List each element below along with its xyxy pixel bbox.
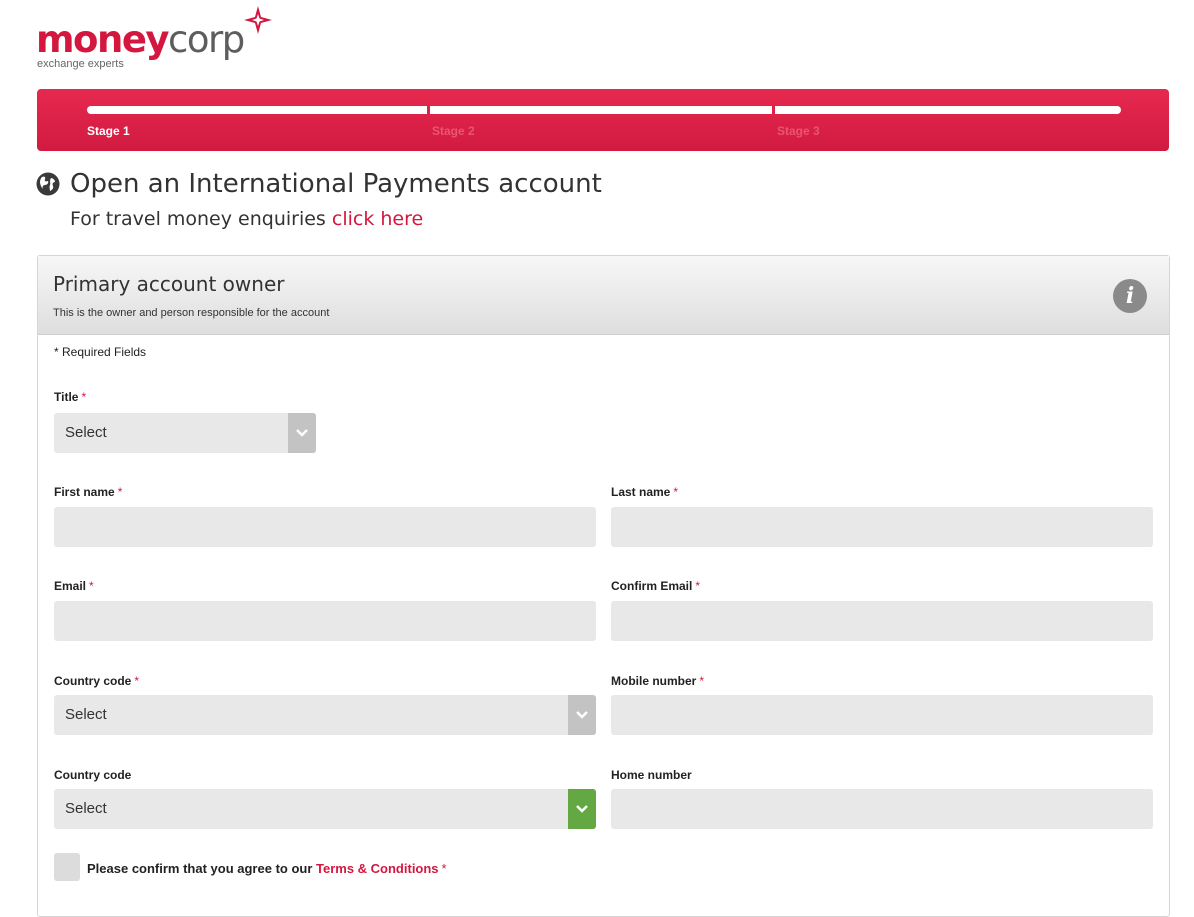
- home-number-label: Home number: [611, 768, 692, 782]
- terms-link[interactable]: Terms & Conditions: [316, 861, 439, 876]
- title-select-button[interactable]: [288, 413, 316, 453]
- home-country-code-button[interactable]: [568, 789, 596, 829]
- email-input[interactable]: [54, 601, 596, 641]
- panel-subtitle: This is the owner and person responsible…: [53, 307, 330, 319]
- terms-agreement: Please confirm that you agree to our Ter…: [87, 861, 447, 876]
- logo-tagline: exchange experts: [37, 58, 124, 70]
- terms-checkbox[interactable]: [54, 853, 80, 881]
- travel-money-text: For travel money enquiries: [70, 208, 332, 230]
- globe-icon: [36, 172, 60, 196]
- chevron-down-icon: [576, 711, 588, 719]
- title-label: Title *: [54, 390, 87, 404]
- moneycorp-logo[interactable]: moneycorp exchange experts: [36, 6, 276, 76]
- mobile-country-code-button[interactable]: [568, 695, 596, 735]
- mobile-number-label: Mobile number *: [611, 674, 705, 688]
- progress-divider: [427, 103, 430, 117]
- first-name-input[interactable]: [54, 507, 596, 547]
- page-title-text: Open an International Payments account: [70, 169, 602, 199]
- email-label: Email *: [54, 579, 94, 593]
- panel-title: Primary account owner: [53, 272, 285, 296]
- home-number-input[interactable]: [611, 789, 1153, 829]
- logo-wordmark: moneycorp: [36, 18, 245, 61]
- stage-3-label: Stage 3: [777, 124, 820, 138]
- stage-1-label: Stage 1: [87, 124, 130, 138]
- star-icon: [244, 6, 272, 34]
- primary-owner-panel: Primary account owner This is the owner …: [37, 255, 1170, 917]
- confirm-email-input[interactable]: [611, 601, 1153, 641]
- stage-2-label: Stage 2: [432, 124, 475, 138]
- first-name-label: First name *: [54, 485, 123, 499]
- home-country-code-select[interactable]: Select: [54, 789, 596, 829]
- page-title: Open an International Payments account: [36, 169, 602, 199]
- home-country-code-label: Country code: [54, 768, 132, 782]
- info-icon[interactable]: i: [1113, 279, 1147, 313]
- confirm-email-label: Confirm Email *: [611, 579, 701, 593]
- travel-money-line: For travel money enquiries click here: [70, 208, 423, 230]
- title-select[interactable]: Select: [54, 413, 316, 453]
- chevron-down-icon: [576, 805, 588, 813]
- mobile-number-input[interactable]: [611, 695, 1153, 735]
- mobile-country-code-select[interactable]: Select: [54, 695, 596, 735]
- travel-money-link[interactable]: click here: [332, 208, 423, 230]
- stage-progress-bar: Stage 1 Stage 2 Stage 3: [37, 89, 1169, 151]
- mobile-country-code-label: Country code *: [54, 674, 140, 688]
- chevron-down-icon: [296, 429, 308, 437]
- last-name-input[interactable]: [611, 507, 1153, 547]
- required-fields-note: * Required Fields: [54, 345, 147, 359]
- progress-divider: [772, 103, 775, 117]
- last-name-label: Last name *: [611, 485, 679, 499]
- progress-track: [87, 106, 1121, 114]
- panel-header: Primary account owner This is the owner …: [38, 256, 1169, 335]
